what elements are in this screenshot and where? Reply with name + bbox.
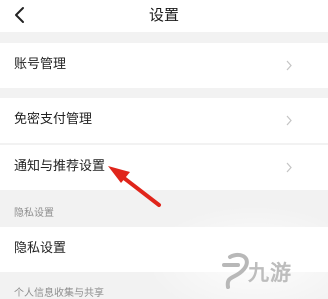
settings-row-account[interactable]: 账号管理 xyxy=(0,43,328,88)
chevron-right-icon xyxy=(286,60,292,71)
settings-row-label: 通知与推荐设置 xyxy=(14,159,106,174)
settings-screen: 设置 账号管理 免密支付管理 通知与推荐设置 隐私设置 隐私设置 个人信息收集与… xyxy=(0,0,328,299)
section-title-privacy: 隐私设置 xyxy=(14,208,54,219)
settings-row-password-free-payment[interactable]: 免密支付管理 xyxy=(0,98,328,143)
chevron-right-icon xyxy=(286,115,292,126)
watermark-logo xyxy=(145,205,328,299)
settings-row-label: 隐私设置 xyxy=(14,241,67,256)
chevron-right-icon xyxy=(286,162,292,173)
section-title-personal-info: 个人信息收集与共享 xyxy=(14,288,104,299)
settings-row-label: 账号管理 xyxy=(14,57,67,72)
settings-row-label: 免密支付管理 xyxy=(14,112,93,127)
page-title: 设置 xyxy=(148,6,179,24)
settings-row-notifications[interactable]: 通知与推荐设置 xyxy=(0,145,328,190)
watermark-text: 九游 xyxy=(248,261,292,285)
top-bar: 设置 xyxy=(0,0,328,32)
